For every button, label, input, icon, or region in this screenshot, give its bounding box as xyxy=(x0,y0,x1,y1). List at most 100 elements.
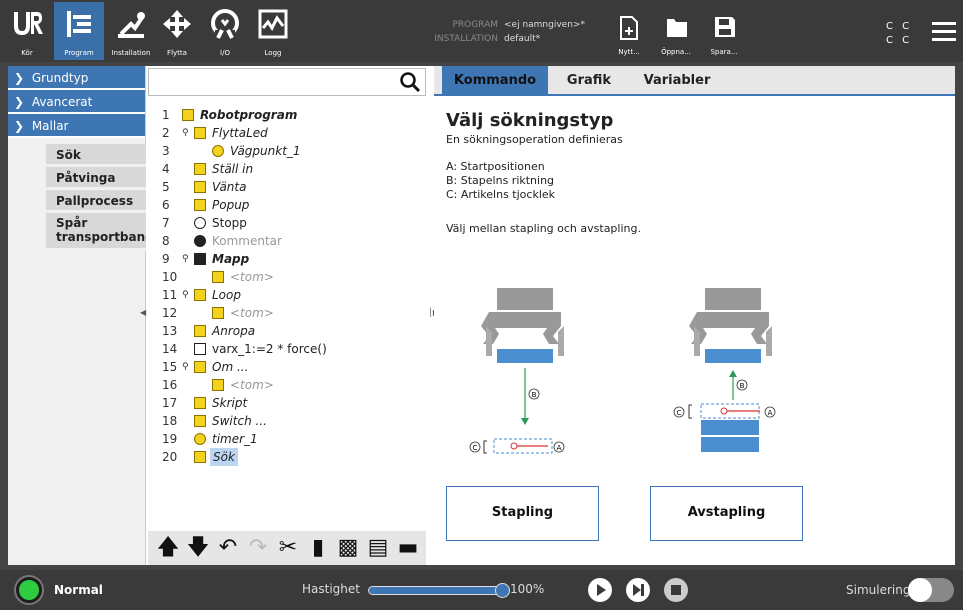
legend-b: B: Stapelns riktning xyxy=(446,174,555,187)
tree-row[interactable]: 19 timer_1 xyxy=(148,430,426,448)
category-basic[interactable]: ❯ Grundtyp xyxy=(8,66,145,90)
line-number: 8 xyxy=(162,234,170,248)
tree-row[interactable]: 15 ⚲ Om ... xyxy=(148,358,426,376)
tree-row[interactable]: 10 <tom> xyxy=(148,268,426,286)
arrow-up-icon[interactable]: 🡅 xyxy=(156,533,180,563)
speed-value: 100% xyxy=(510,582,545,596)
line-number: 19 xyxy=(162,432,178,446)
template-search[interactable]: Sök xyxy=(46,144,146,167)
control-indicator: C C C C xyxy=(886,20,912,48)
command-content: Välj sökningstyp En sökningsoperation de… xyxy=(446,110,946,236)
new-button[interactable]: Nytt... xyxy=(609,16,649,60)
nav-program[interactable]: Program xyxy=(54,2,104,60)
tab-graphics[interactable]: Grafik xyxy=(554,66,624,96)
tree-row[interactable]: 7 Stopp xyxy=(148,214,426,232)
top-bar: Kör Program Installation Flytta I/O Logg… xyxy=(0,0,963,62)
command-title: Välj sökningstyp xyxy=(446,110,614,131)
save-button[interactable]: Spara... xyxy=(704,16,744,60)
tree-row[interactable]: 13 Anropa xyxy=(148,322,426,340)
tree-toolbar: 🡅 🡇 ↶ ↷ ✂ ▮ ▩ ▤ ▬ xyxy=(148,531,426,565)
tree-row[interactable]: 4 Ställ in xyxy=(148,160,426,178)
tab-variables[interactable]: Variabler xyxy=(634,66,720,96)
tree-row[interactable]: 18 Switch ... xyxy=(148,412,426,430)
tree-node-label: Robotprogram xyxy=(200,108,298,122)
category-advanced[interactable]: ❯ Avancerat xyxy=(8,90,145,114)
speed-slider-handle[interactable] xyxy=(495,583,510,598)
hamburger-menu-icon[interactable] xyxy=(932,22,956,42)
search-icon[interactable] xyxy=(399,71,421,93)
robot-status-indicator[interactable] xyxy=(16,577,42,603)
play-button[interactable] xyxy=(588,578,612,602)
nav-run-label: Kör xyxy=(21,49,33,57)
template-conveyor-tracking[interactable]: Spår transportband xyxy=(46,213,146,251)
suppress-icon[interactable]: ▬ xyxy=(396,533,420,563)
empty-node-icon xyxy=(212,379,224,391)
expand-pin-icon[interactable]: ⚲ xyxy=(182,286,189,304)
nav-run[interactable]: Kör xyxy=(2,2,52,60)
tree-row[interactable]: 16 <tom> xyxy=(148,376,426,394)
label-a-destack: A xyxy=(768,409,773,417)
nav-log[interactable]: Logg xyxy=(248,2,298,60)
tree-node-label: Stopp xyxy=(212,216,247,230)
expand-pin-icon[interactable]: ⚲ xyxy=(182,124,189,142)
stacking-button[interactable]: Stapling xyxy=(446,486,599,541)
tree-node-label: FlyttaLed xyxy=(212,126,268,140)
destacking-button[interactable]: Avstapling xyxy=(650,486,803,541)
tree-node-label: Switch ... xyxy=(212,414,267,428)
line-number: 14 xyxy=(162,342,178,356)
tree-row[interactable]: 3 Vägpunkt_1 xyxy=(148,142,426,160)
tree-row[interactable]: 11 ⚲ Loop xyxy=(148,286,426,304)
line-number: 2 xyxy=(162,126,170,140)
chevron-right-icon: ❯ xyxy=(14,71,25,85)
template-pallet[interactable]: Pallprocess xyxy=(46,190,146,213)
timer-icon xyxy=(194,433,206,445)
copy-icon[interactable]: ▮ xyxy=(306,533,330,563)
tree-row[interactable]: 14 varx_1:=2 * force() xyxy=(148,340,426,358)
nav-move[interactable]: Flytta xyxy=(152,2,202,60)
set-icon xyxy=(194,163,206,175)
speed-slider[interactable] xyxy=(368,583,510,598)
tree-row[interactable]: 5 Vänta xyxy=(148,178,426,196)
redo-icon[interactable]: ↷ xyxy=(246,533,270,563)
simulation-toggle[interactable] xyxy=(908,578,954,602)
expand-pin-icon[interactable]: ⚲ xyxy=(182,358,189,376)
tree-row[interactable]: 9 ⚲ Mapp xyxy=(148,250,426,268)
expand-pin-icon[interactable]: ⚲ xyxy=(182,250,189,268)
cut-icon[interactable]: ✂ xyxy=(276,533,300,563)
tree-row-selected[interactable]: 20 Sök xyxy=(148,448,426,466)
line-number: 17 xyxy=(162,396,178,410)
delete-icon[interactable]: ▤ xyxy=(366,533,390,563)
tree-node-label: Kommentar xyxy=(212,234,282,248)
nav-installation-label: Installation xyxy=(111,49,151,57)
call-icon xyxy=(194,325,206,337)
line-number: 13 xyxy=(162,324,178,338)
script-icon xyxy=(194,397,206,409)
program-key: PROGRAM xyxy=(452,20,498,30)
open-button[interactable]: Öppna... xyxy=(656,16,696,60)
stacking-gripper-icon xyxy=(481,288,564,363)
tree-row[interactable]: 12 <tom> xyxy=(148,304,426,322)
stop-button[interactable] xyxy=(664,578,688,602)
tree-row[interactable]: 6 Popup xyxy=(148,196,426,214)
log-icon xyxy=(258,9,288,39)
program-info: PROGRAM <ej namngiven>* INSTALLATION defau… xyxy=(412,18,585,46)
nav-io[interactable]: I/O xyxy=(200,2,250,60)
speed-label: Hastighet xyxy=(302,582,360,596)
step-button[interactable] xyxy=(626,578,650,602)
template-force[interactable]: Påtvinga xyxy=(46,167,146,190)
category-templates[interactable]: ❯ Mallar xyxy=(8,114,145,138)
tab-command[interactable]: Kommando xyxy=(442,66,548,96)
tree-row[interactable]: 1 Robotprogram xyxy=(148,106,426,124)
tree-node-label: Anropa xyxy=(212,324,256,338)
arrow-down-icon[interactable]: 🡇 xyxy=(186,533,210,563)
paste-icon[interactable]: ▩ xyxy=(336,533,360,563)
tree-row[interactable]: 2 ⚲ FlyttaLed xyxy=(148,124,426,142)
tree-row[interactable]: 17 Skript xyxy=(148,394,426,412)
program-name: <ej namngiven>* xyxy=(504,20,585,30)
chevron-down-icon: ❯ xyxy=(14,119,25,133)
tree-row[interactable]: 8 Kommentar xyxy=(148,232,426,250)
label-b-destack: B xyxy=(740,382,745,390)
nav-installation[interactable]: Installation xyxy=(106,2,156,60)
tree-search-input[interactable] xyxy=(148,68,426,96)
undo-icon[interactable]: ↶ xyxy=(216,533,240,563)
